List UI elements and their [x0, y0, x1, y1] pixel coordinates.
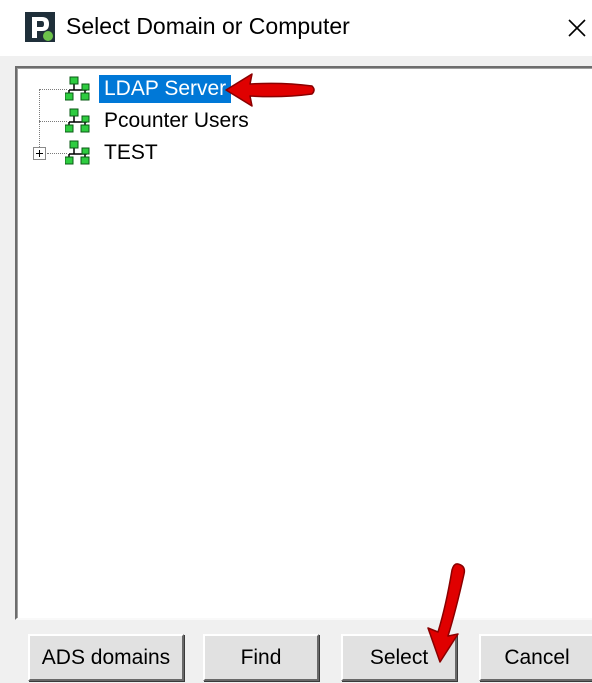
tree-item-ldap-server[interactable]: LDAP Server: [17, 74, 317, 104]
tree-item-test[interactable]: TEST: [17, 138, 317, 168]
expand-plus-icon[interactable]: [33, 147, 46, 160]
tree-item-label[interactable]: LDAP Server: [99, 75, 232, 103]
pcounter-app-icon: [25, 12, 55, 42]
find-button[interactable]: Find: [203, 634, 319, 681]
network-icon: [65, 140, 90, 165]
network-icon: [65, 76, 90, 101]
select-button[interactable]: Select: [341, 634, 457, 681]
dialog-title: Select Domain or Computer: [66, 13, 350, 39]
tree-item-pcounter-users[interactable]: Pcounter Users: [17, 106, 317, 136]
cancel-button[interactable]: Cancel: [479, 634, 592, 681]
title-bar: Select Domain or Computer: [0, 0, 592, 56]
select-domain-dialog: Select Domain or Computer LDAP Server Pc…: [0, 0, 592, 683]
close-icon[interactable]: [560, 8, 592, 44]
tree-item-label[interactable]: TEST: [99, 139, 163, 167]
tree-item-label[interactable]: Pcounter Users: [99, 107, 254, 135]
network-icon: [65, 108, 90, 133]
domain-tree-view[interactable]: LDAP Server Pcounter Users TEST: [15, 66, 592, 620]
ads-domains-button[interactable]: ADS domains: [28, 634, 184, 681]
